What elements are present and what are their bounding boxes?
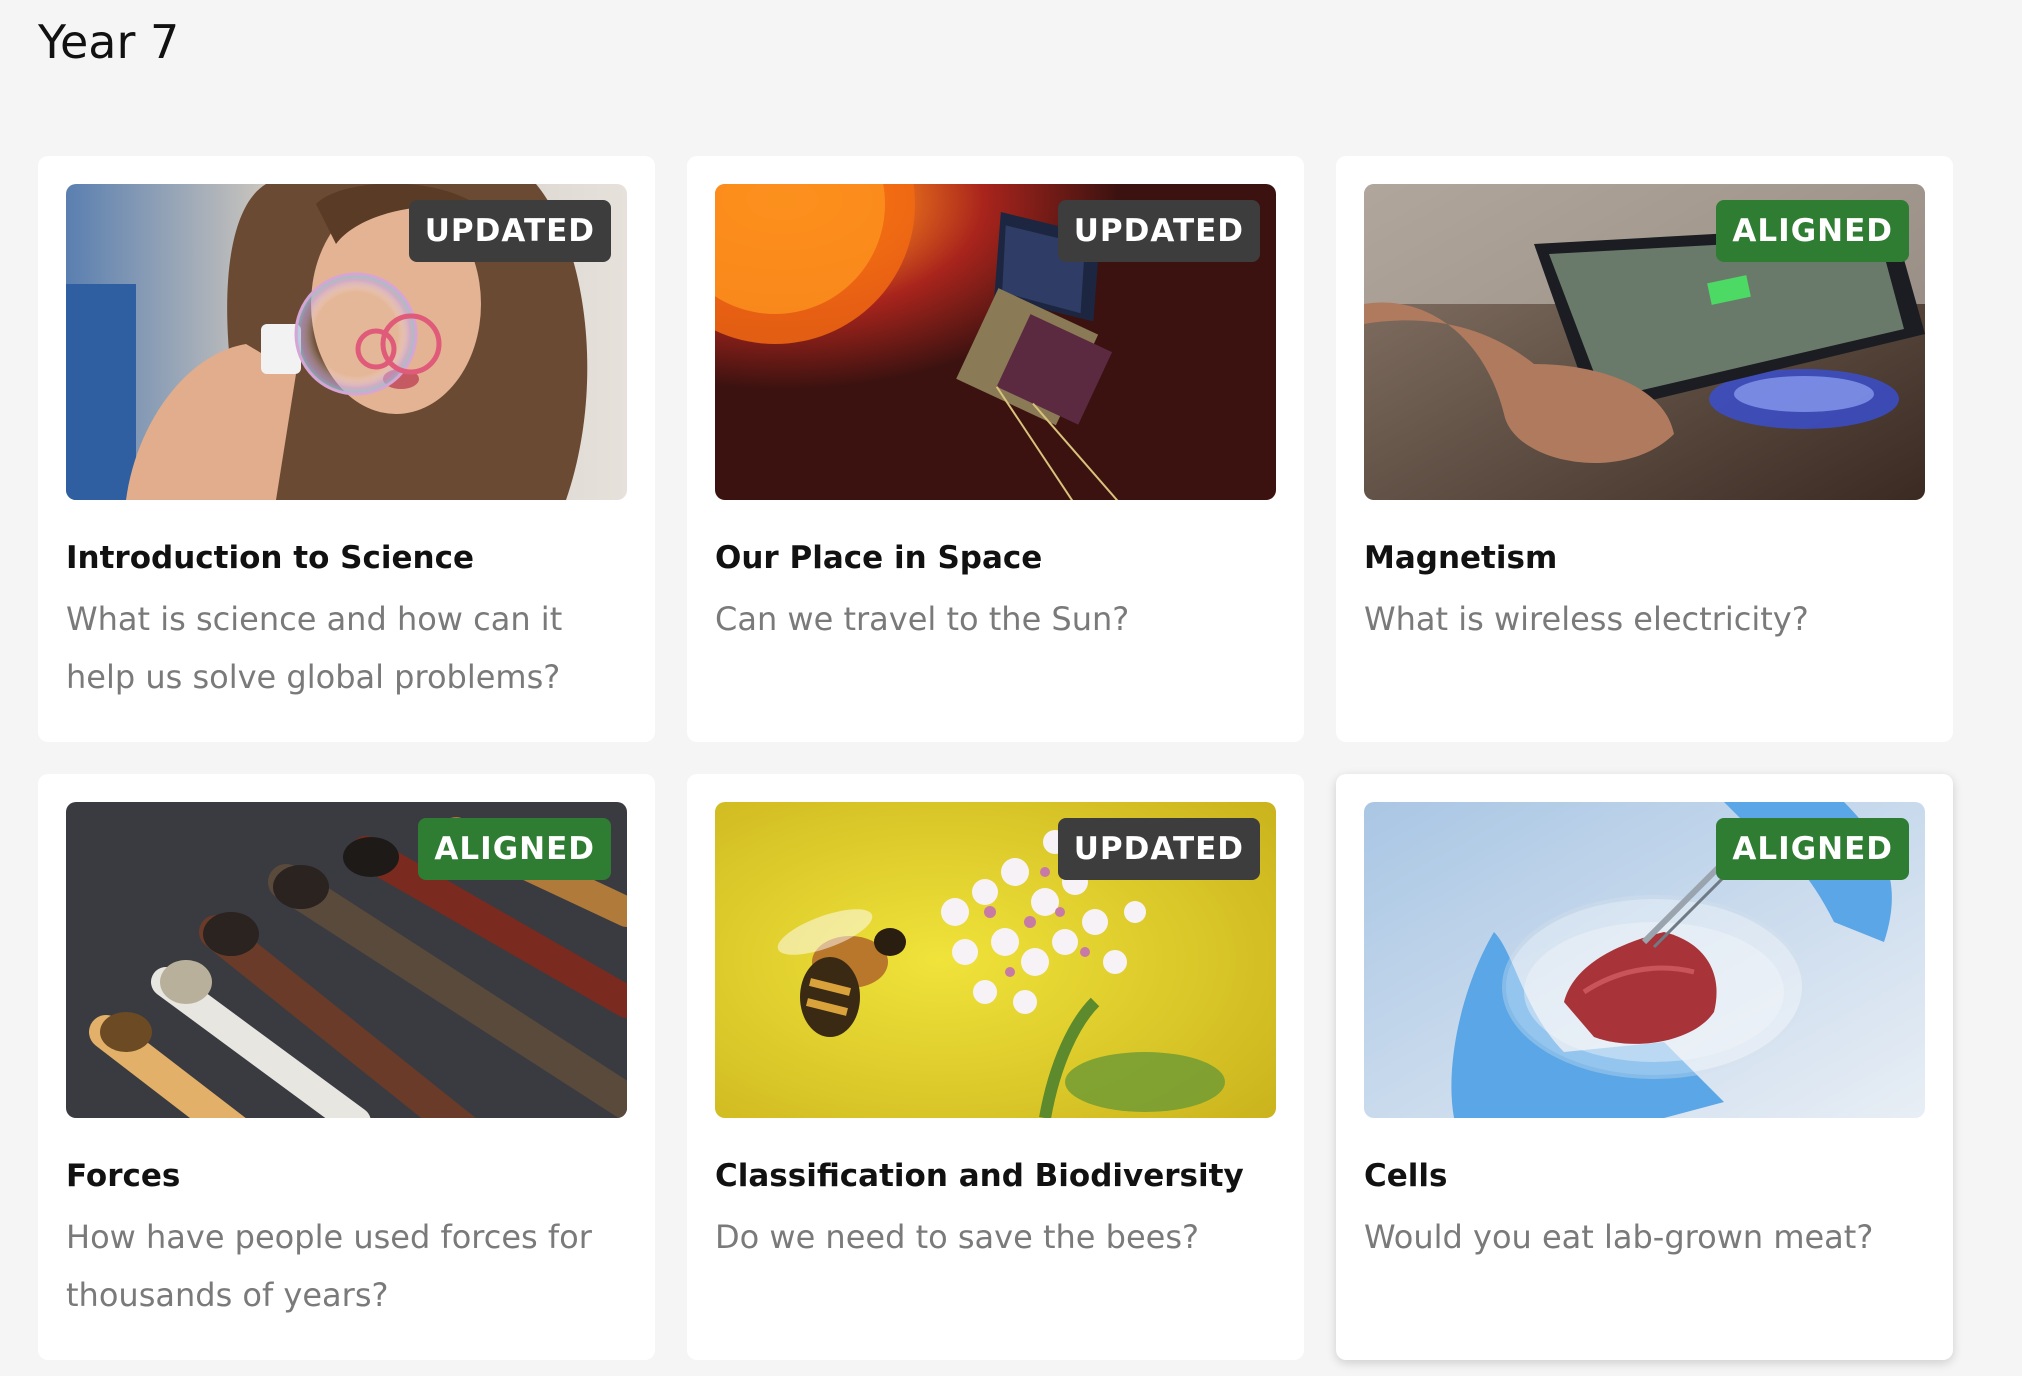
status-badge: UPDATED	[1057, 200, 1260, 262]
card-subtitle: What is wireless electricity?	[1364, 600, 1809, 638]
page-title: Year 7	[38, 15, 180, 69]
card-image: ALIGNED	[1364, 802, 1925, 1118]
status-badge: UPDATED	[408, 200, 611, 262]
card-image: UPDATED	[715, 802, 1276, 1118]
card-subtitle: How have people used forces for thousand…	[66, 1218, 592, 1314]
course-grid: UPDATED Introduction to Science What is …	[38, 156, 1953, 1360]
card-image: ALIGNED	[66, 802, 627, 1118]
card-subtitle: Would you eat lab-grown meat?	[1364, 1218, 1874, 1256]
status-badge: ALIGNED	[1716, 200, 1909, 262]
course-card-our-place-in-space[interactable]: UPDATED Our Place in Space Can we travel…	[687, 156, 1304, 742]
card-image: UPDATED	[66, 184, 627, 500]
card-subtitle: Do we need to save the bees?	[715, 1218, 1199, 1256]
status-badge: ALIGNED	[418, 818, 611, 880]
card-image: UPDATED	[715, 184, 1276, 500]
card-title: Our Place in Space	[715, 540, 1043, 576]
course-card-forces[interactable]: ALIGNED Forces How have people used forc…	[38, 774, 655, 1360]
card-title: Classification and Biodiversity	[715, 1158, 1244, 1194]
card-subtitle: Can we travel to the Sun?	[715, 600, 1130, 638]
course-card-cells[interactable]: ALIGNED Cells Would you eat lab-grown me…	[1336, 774, 1953, 1360]
card-title: Magnetism	[1364, 540, 1558, 576]
status-badge: UPDATED	[1057, 818, 1260, 880]
course-card-classification-and-biodiversity[interactable]: UPDATED Classification and Biodiversity …	[687, 774, 1304, 1360]
card-title: Forces	[66, 1158, 181, 1194]
course-card-introduction-to-science[interactable]: UPDATED Introduction to Science What is …	[38, 156, 655, 742]
course-card-magnetism[interactable]: ALIGNED Magnetism What is wireless elect…	[1336, 156, 1953, 742]
card-title: Introduction to Science	[66, 540, 474, 576]
card-title: Cells	[1364, 1158, 1448, 1194]
card-image: ALIGNED	[1364, 184, 1925, 500]
card-subtitle: What is science and how can it help us s…	[66, 600, 563, 696]
status-badge: ALIGNED	[1716, 818, 1909, 880]
